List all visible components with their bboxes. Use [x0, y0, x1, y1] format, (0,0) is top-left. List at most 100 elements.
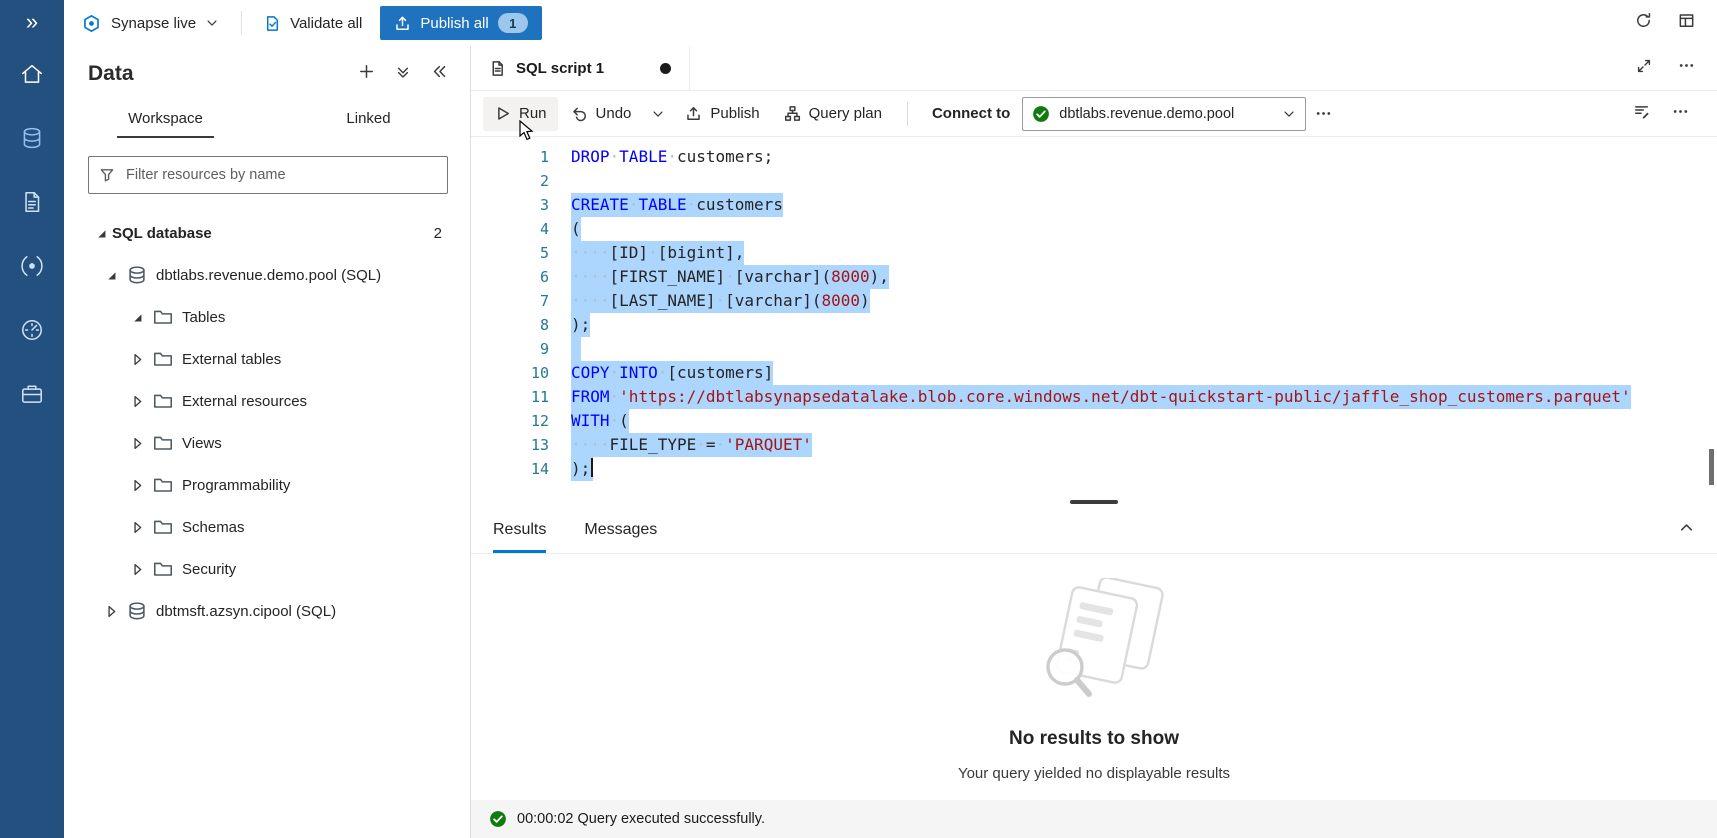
tree-item-schemas[interactable]: Schemas [64, 506, 470, 548]
line-text: ····FILE_TYPE·=·'PARQUET' [571, 433, 812, 457]
grid-icon [1678, 12, 1695, 29]
resize-handle[interactable] [1070, 500, 1118, 504]
undo-button[interactable]: Undo [560, 97, 643, 131]
toolbar-overflow-button[interactable] [1672, 103, 1689, 125]
tree-item-tables[interactable]: Tables [64, 296, 470, 338]
tab-linked[interactable]: Linked [267, 102, 470, 138]
line-text: ( [571, 217, 581, 241]
play-icon [494, 105, 511, 122]
tree-item-views[interactable]: Views [64, 422, 470, 464]
connected-pool-name: dbtlabs.revenue.demo.pool [1059, 106, 1234, 122]
results-panel: Results Messages [471, 507, 1717, 838]
tree-item-sql-database[interactable]: SQL database 2 [64, 212, 470, 254]
code-editor[interactable]: 1DROP·TABLE·customers;23CREATE·TABLE·cus… [471, 137, 1717, 497]
tab-workspace[interactable]: Workspace [64, 102, 267, 138]
line-text: ····[ID]·[bigint], [571, 241, 744, 265]
line-text: ····[LAST_NAME]·[varchar](8000) [571, 289, 870, 313]
toolbar-more-button[interactable] [1308, 97, 1339, 131]
nav-home[interactable] [12, 54, 52, 94]
tree-item-security[interactable]: Security [64, 548, 470, 590]
folder-icon [148, 308, 178, 326]
publish-all-button[interactable]: Publish all 1 [380, 6, 541, 40]
workspace-switcher[interactable]: Synapse live [111, 15, 219, 32]
collapsed-expander-icon[interactable] [100, 604, 122, 619]
item-count: 2 [434, 225, 442, 242]
run-button[interactable]: Run [483, 97, 558, 131]
tree-item-external-tables[interactable]: External tables [64, 338, 470, 380]
expanded-expander-icon[interactable] [90, 226, 112, 241]
line-number: 13 [471, 433, 571, 457]
undo-dropdown-button[interactable] [644, 97, 672, 131]
results-tab-label: Results [493, 521, 546, 539]
query-plan-button[interactable]: Query plan [773, 97, 893, 131]
collapsed-expander-icon[interactable] [126, 394, 148, 409]
collapsed-expander-icon[interactable] [126, 436, 148, 451]
connection-status-icon [1032, 105, 1050, 123]
publish-button[interactable]: Publish [674, 97, 770, 131]
line-text: ); [571, 457, 593, 481]
home-icon [19, 61, 45, 87]
collapsed-expander-icon[interactable] [126, 478, 148, 493]
success-icon [489, 810, 507, 828]
monitor-icon [19, 317, 45, 343]
collapsed-expander-icon[interactable] [126, 352, 148, 367]
nav-develop[interactable] [12, 182, 52, 222]
expanded-expander-icon[interactable] [126, 310, 148, 325]
code-line-12: 12WITH·( [471, 409, 1717, 433]
nav-integrate[interactable] [12, 246, 52, 286]
collapsed-expander-icon[interactable] [126, 520, 148, 535]
workspace-name: Synapse live [111, 15, 196, 32]
tree-item-dbtlabs-revenue-demo-pool-sql[interactable]: dbtlabs.revenue.demo.pool (SQL) [64, 254, 470, 296]
expanded-expander-icon[interactable] [100, 268, 122, 283]
refresh-icon [1635, 12, 1652, 29]
code-line-4: 4( [471, 217, 1717, 241]
tab-messages[interactable]: Messages [584, 507, 657, 553]
filter-input[interactable] [124, 166, 437, 184]
tree-item-label: SQL database [112, 225, 212, 242]
validate-all-button[interactable]: Validate all [264, 15, 362, 32]
line-number: 2 [471, 169, 571, 193]
collapsed-expander-icon[interactable] [126, 562, 148, 577]
connect-to-label: Connect to [922, 105, 1020, 122]
tab-sql-script-1[interactable]: SQL script 1 [471, 46, 690, 90]
collapse-all-button[interactable] [395, 64, 411, 85]
nav-data[interactable] [12, 118, 52, 158]
line-number: 14 [471, 457, 571, 481]
code-line-7: 7····[LAST_NAME]·[varchar](8000) [471, 289, 1717, 313]
results-body: No results to show Your query yielded no… [471, 554, 1717, 800]
add-resource-button[interactable] [358, 63, 375, 85]
refresh-button[interactable] [1635, 12, 1652, 34]
rail-expand-button[interactable]: » [0, 0, 64, 44]
tab-results[interactable]: Results [493, 507, 546, 553]
topbar-right [1635, 12, 1701, 34]
tab-label: SQL script 1 [516, 60, 604, 77]
synapse-logo-icon [82, 14, 101, 33]
tree-item-dbtmsft-azsyn-cipool-sql[interactable]: dbtmsft.azsyn.cipool (SQL) [64, 590, 470, 632]
expand-diagonal-icon [1636, 58, 1652, 74]
code-line-2: 2 [471, 169, 1717, 193]
folder-icon [148, 560, 178, 578]
expand-editor-button[interactable] [1636, 58, 1652, 79]
nav-monitor[interactable] [12, 310, 52, 350]
editor-toolbar: Run Undo Publish Query plan [471, 91, 1717, 137]
integrate-icon [19, 253, 45, 279]
manage-icon [19, 381, 45, 407]
panel-resize-sash[interactable] [471, 497, 1717, 507]
code-line-11: 11FROM·'https://dbtlabsynapsedatalake.bl… [471, 385, 1717, 409]
tree-item-programmability[interactable]: Programmability [64, 464, 470, 506]
properties-button[interactable] [1633, 103, 1650, 125]
tabbar-more-button[interactable] [1678, 57, 1695, 79]
line-number: 6 [471, 265, 571, 289]
tree-item-external-resources[interactable]: External resources [64, 380, 470, 422]
editor-scrollbar-thumb[interactable] [1709, 449, 1714, 485]
sidebar-tabs: Workspace Linked [64, 102, 470, 138]
left-nav-rail: » [0, 0, 64, 838]
resource-tree: SQL database 2 dbtlabs.revenue.demo.pool (… [64, 212, 470, 632]
collapse-pane-button[interactable] [431, 63, 448, 85]
layout-button[interactable] [1678, 12, 1695, 34]
nav-manage[interactable] [12, 374, 52, 414]
connect-to-select[interactable]: dbtlabs.revenue.demo.pool [1022, 97, 1306, 131]
line-number: 1 [471, 145, 571, 169]
collapse-results-button[interactable] [1678, 519, 1695, 541]
code-line-6: 6····[FIRST_NAME]·[varchar](8000), [471, 265, 1717, 289]
